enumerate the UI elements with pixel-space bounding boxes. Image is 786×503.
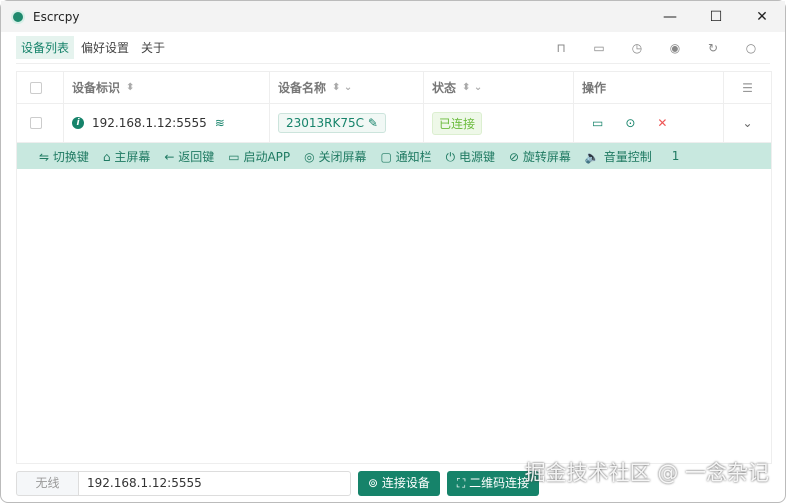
device-name-tag[interactable]: 23013RK75C ✎ xyxy=(278,113,386,133)
label: 连接设备 xyxy=(381,476,430,490)
home-icon: ⌂ xyxy=(102,149,111,164)
control-launch-app[interactable]: ▭ 启动APP xyxy=(228,148,290,165)
control-volume[interactable]: 🔈 音量控制 xyxy=(585,148,652,165)
table-row: i 192.168.1.12:5555 ≋ 23013RK75C ✎ 已连接 ▭ ⊙… xyxy=(17,104,771,143)
control-home[interactable]: ⌂ 主屏幕 xyxy=(103,148,150,165)
app-icon: ▭ xyxy=(228,149,240,164)
label: 启动APP xyxy=(243,149,291,164)
header-id: 设备标识 xyxy=(72,81,121,95)
refresh-icon[interactable]: ↻ xyxy=(694,41,732,55)
header-ops: 操作 xyxy=(582,81,607,95)
maximize-button[interactable]: ☐ xyxy=(693,9,739,25)
info-icon[interactable]: i xyxy=(72,117,84,129)
terminal-icon[interactable]: ▭ xyxy=(580,41,618,55)
tab-device-list[interactable]: 设备列表 xyxy=(16,36,75,59)
control-more[interactable]: 1 xyxy=(672,149,680,163)
label: 旋转屏幕 xyxy=(522,149,571,164)
eye-icon[interactable]: ◉ xyxy=(656,41,694,55)
eye-off-icon: ◎ xyxy=(304,149,315,164)
column-settings-icon[interactable]: ☰ xyxy=(724,72,771,103)
label: 二维码连接 xyxy=(469,476,530,490)
connect-bar: 无线 192.168.1.12:5555 ⊚ 连接设备 ⛶ 二维码连接 xyxy=(16,471,540,496)
watermark: 掘金技术社区 @ 一念杂记 xyxy=(524,461,769,485)
control-rotate[interactable]: ⊘ 旋转屏幕 xyxy=(509,148,571,165)
header-status: 状态 xyxy=(432,81,457,95)
sort-icon[interactable]: ⬍ ⌄ xyxy=(462,82,482,93)
device-name: 23013RK75C xyxy=(286,116,365,130)
expand-chevron-icon[interactable]: ⌄ xyxy=(724,104,771,142)
label: 电源键 xyxy=(458,149,495,164)
window-title: Escrcpy xyxy=(33,9,80,24)
label: 返回键 xyxy=(178,149,215,164)
volume-icon: 🔈 xyxy=(584,149,600,164)
edit-icon[interactable]: ✎ xyxy=(368,116,378,130)
label: 主屏幕 xyxy=(114,149,151,164)
rotate-icon: ⊘ xyxy=(509,149,520,164)
label: 通知栏 xyxy=(395,149,432,164)
address-input[interactable]: 192.168.1.12:5555 xyxy=(79,471,351,496)
power-icon: ⏻ xyxy=(445,149,456,164)
title-bar: Escrcpy — ☐ ✕ xyxy=(1,1,785,32)
record-icon[interactable]: ⊙ xyxy=(625,116,635,130)
mode-label: 无线 xyxy=(16,471,79,496)
select-all-checkbox[interactable] xyxy=(30,81,42,94)
control-bar: ⇋ 切换键 ⌂ 主屏幕 ← 返回键 ▭ 启动APP ◎ 关闭屏幕 ▢ 通知栏 ⏻… xyxy=(17,143,771,169)
menu-bar: 设备列表 偏好设置 关于 ⊓ ▭ ◷ ◉ ↻ ○ xyxy=(16,32,770,64)
close-button[interactable]: ✕ xyxy=(739,9,785,25)
switch-icon: ⇋ xyxy=(39,149,50,164)
sort-icon[interactable]: ⬍ ⌄ xyxy=(332,82,352,93)
device-id: 192.168.1.12:5555 xyxy=(92,116,207,130)
back-icon: ← xyxy=(164,149,175,164)
scan-icon: ⛶ xyxy=(456,476,466,490)
header-name: 设备名称 xyxy=(278,81,327,95)
label: 关闭屏幕 xyxy=(318,149,367,164)
clock-icon[interactable]: ◷ xyxy=(618,41,656,55)
control-switch[interactable]: ⇋ 切换键 xyxy=(39,148,89,165)
link-icon: ⊚ xyxy=(368,476,379,490)
sort-icon[interactable]: ⬍ xyxy=(126,82,134,93)
control-notification[interactable]: ▢ 通知栏 xyxy=(380,148,431,165)
table-header: 设备标识 ⬍ 设备名称 ⬍ ⌄ 状态 ⬍ ⌄ 操作 ☰ xyxy=(17,72,771,104)
tab-about[interactable]: 关于 xyxy=(136,36,170,59)
control-back[interactable]: ← 返回键 xyxy=(164,148,214,165)
control-power[interactable]: ⏻ 电源键 xyxy=(446,148,495,165)
row-checkbox[interactable] xyxy=(30,117,42,129)
presentation-icon[interactable]: ⊓ xyxy=(542,41,580,55)
disconnect-icon[interactable]: ✕ xyxy=(657,116,667,130)
tab-preferences[interactable]: 偏好设置 xyxy=(76,36,134,59)
notification-icon: ▢ xyxy=(380,149,392,164)
status-badge: 已连接 xyxy=(432,111,483,135)
minimize-button[interactable]: — xyxy=(647,9,693,25)
label: 音量控制 xyxy=(603,149,652,164)
search-icon[interactable]: ○ xyxy=(732,41,770,55)
connect-button[interactable]: ⊚ 连接设备 xyxy=(358,471,440,496)
mirror-icon[interactable]: ▭ xyxy=(592,116,603,130)
control-screen-off[interactable]: ◎ 关闭屏幕 xyxy=(304,148,366,165)
label: 切换键 xyxy=(52,149,89,164)
app-logo-icon xyxy=(11,9,25,24)
device-table: 设备标识 ⬍ 设备名称 ⬍ ⌄ 状态 ⬍ ⌄ 操作 ☰ i 192.168.1.12:5… xyxy=(16,71,772,464)
wifi-icon: ≋ xyxy=(214,116,225,130)
